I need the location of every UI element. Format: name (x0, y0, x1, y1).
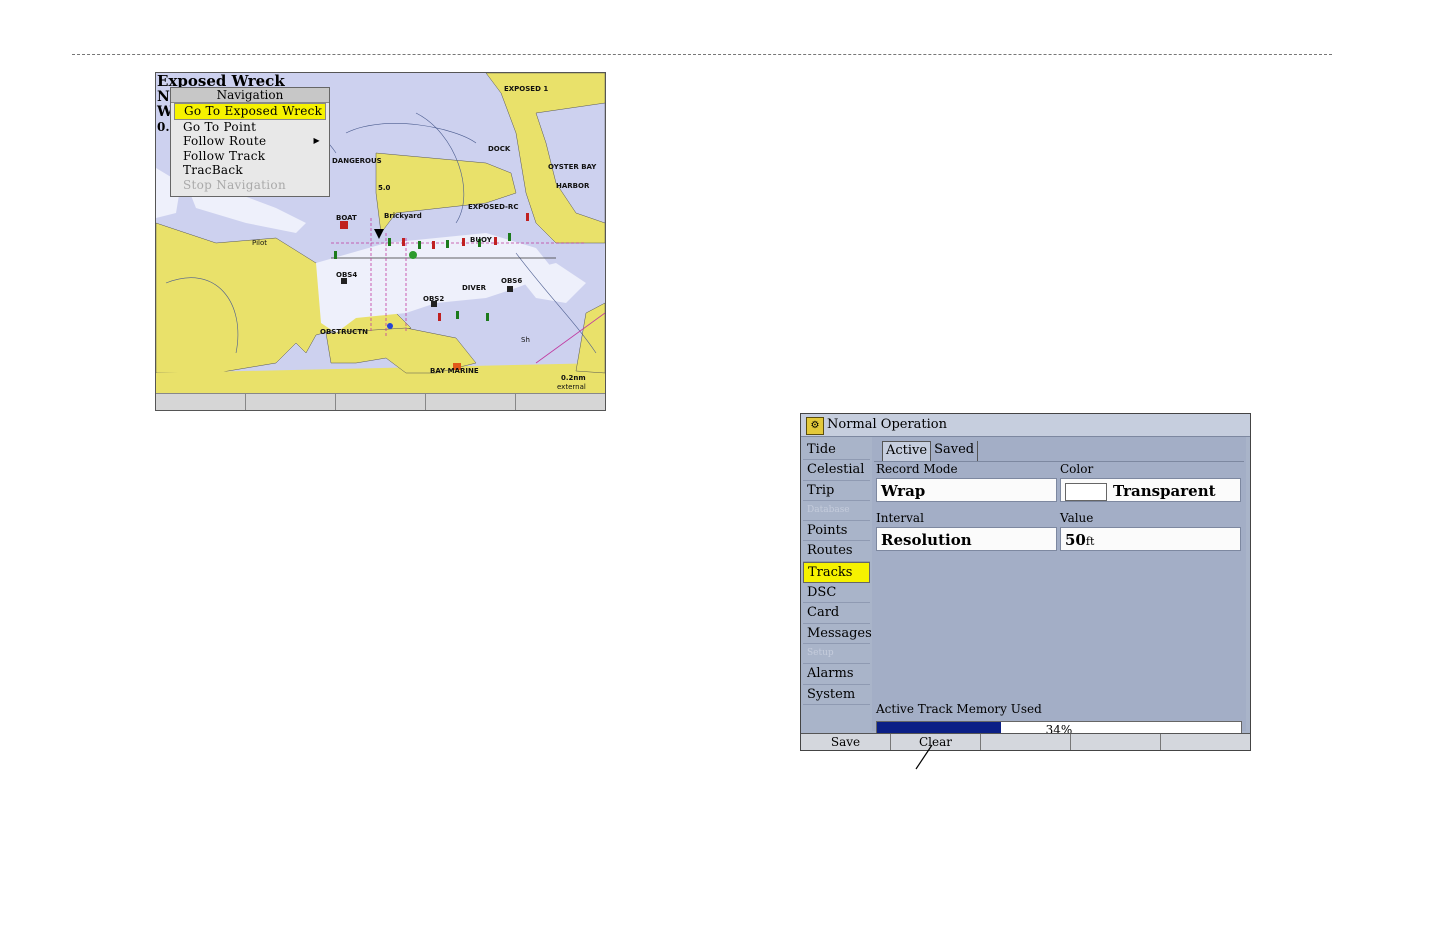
scale-readout: 0.2nm (561, 374, 586, 382)
callout-line (915, 744, 933, 770)
tracks-tabs: Active Saved (882, 441, 979, 461)
record-mode-label: Record Mode (876, 462, 958, 476)
coord-letter-n: N (157, 89, 170, 105)
color-label: Color (1060, 462, 1094, 476)
navigation-menu-header: Navigation (171, 88, 329, 103)
map-softkey-bar (156, 393, 605, 410)
map-softkey-3[interactable] (336, 394, 426, 410)
sidebar-item-card[interactable]: Card (803, 603, 870, 624)
main-menu-sidebar: Tide Celestial Trip Database Points Rout… (803, 440, 872, 705)
label-pilot: Pilot (252, 239, 267, 247)
map-softkey-1[interactable] (156, 394, 246, 410)
label-depth: 5.0 (378, 184, 391, 192)
tab-active[interactable]: Active (882, 441, 932, 461)
tab-saved[interactable]: Saved (931, 441, 979, 461)
sidebar-item-celestial[interactable]: Celestial (803, 460, 870, 481)
memory-label: Active Track Memory Used (876, 702, 1042, 716)
value-unit: ft (1085, 535, 1095, 548)
tracks-softkey-4[interactable] (1071, 734, 1161, 750)
label-dock: DOCK (488, 145, 511, 153)
label-exposed-1: EXPOSED 1 (504, 85, 549, 93)
menu-item-follow-track[interactable]: Follow Track (174, 149, 326, 164)
sidebar-item-tide[interactable]: Tide (803, 440, 870, 461)
sidebar-item-points[interactable]: Points (803, 521, 870, 542)
tracks-softkey-5[interactable] (1161, 734, 1250, 750)
label-obs4: OBS4 (336, 271, 358, 279)
menu-item-go-to-point[interactable]: Go To Point (174, 120, 326, 135)
tracks-screen: ⚙ Normal Operation Tide Celestial Trip D… (800, 413, 1251, 751)
chart-map-screen[interactable]: EXPOSED 1 DANGEROUS DOCK OYSTER BAY HARB… (155, 72, 606, 411)
submenu-arrow-icon: ▶ (313, 136, 320, 146)
sidebar-item-system[interactable]: System (803, 685, 870, 705)
scale-subtext: external (557, 383, 586, 391)
label-obstructn: OBSTRUCTN (320, 328, 368, 336)
label-dangerous: DANGEROUS (332, 157, 382, 165)
sidebar-item-database: Database (803, 501, 870, 522)
map-softkey-4[interactable] (426, 394, 516, 410)
color-value: Transparent (1113, 482, 1216, 500)
menu-item-follow-route[interactable]: Follow Route ▶ (174, 134, 326, 149)
label-sh: Sh (521, 336, 530, 344)
color-swatch (1065, 483, 1107, 501)
mode-icon: ⚙ (806, 417, 824, 435)
distance-prefix: 0. (157, 120, 170, 134)
navigation-menu[interactable]: Navigation Go To Exposed Wreck Go To Poi… (170, 87, 330, 197)
value-number: 50 (1065, 531, 1086, 549)
interval-field[interactable]: Resolution (876, 527, 1057, 551)
sidebar-item-routes[interactable]: Routes (803, 541, 870, 562)
title-bar: ⚙ Normal Operation (801, 414, 1250, 437)
tracks-softkey-3[interactable] (981, 734, 1071, 750)
color-field[interactable]: Transparent (1060, 478, 1241, 502)
sidebar-item-alarms[interactable]: Alarms (803, 664, 870, 685)
value-label: Value (1060, 511, 1094, 525)
value-field[interactable]: 50ft (1060, 527, 1241, 551)
save-button[interactable]: Save (801, 734, 891, 750)
map-softkey-2[interactable] (246, 394, 336, 410)
menu-item-go-to-exposed-wreck[interactable]: Go To Exposed Wreck (174, 103, 326, 120)
follow-route-label: Follow Route (183, 134, 267, 149)
label-brickyard: Brickyard (384, 212, 422, 220)
menu-item-stop-navigation: Stop Navigation (183, 177, 286, 192)
label-boat: BOAT (336, 214, 357, 222)
label-exposed-rc: EXPOSED-RC (468, 203, 519, 211)
interval-label: Interval (876, 511, 924, 525)
sidebar-item-tracks[interactable]: Tracks (803, 561, 870, 584)
menu-item-tracback[interactable]: TracBack (174, 163, 326, 178)
active-track-panel: Record Mode Color Wrap Transparent Inter… (874, 461, 1244, 740)
sidebar-item-messages[interactable]: Messages (803, 624, 872, 644)
map-softkey-5[interactable] (516, 394, 605, 410)
label-bay-marine: BAY MARINE (430, 367, 479, 375)
sidebar-item-setup: Setup (803, 644, 870, 665)
label-oyster-bay: OYSTER BAY (548, 163, 597, 171)
page-rule (72, 54, 1332, 55)
record-mode-field[interactable]: Wrap (876, 478, 1057, 502)
tracks-softkey-bar: Save Clear (801, 733, 1250, 750)
label-diver: DIVER (462, 284, 487, 292)
operation-mode-title: Normal Operation (827, 417, 948, 432)
sidebar-item-dsc[interactable]: DSC (803, 583, 870, 604)
label-obs2: OBS2 (423, 295, 445, 303)
label-obs6: OBS6 (501, 277, 523, 285)
sidebar-item-trip[interactable]: Trip (803, 481, 870, 501)
label-buoy: BUOY (470, 236, 492, 244)
label-harbor: HARBOR (556, 182, 590, 190)
tracks-content: Active Saved Record Mode Color Wrap Tran… (872, 437, 1246, 740)
